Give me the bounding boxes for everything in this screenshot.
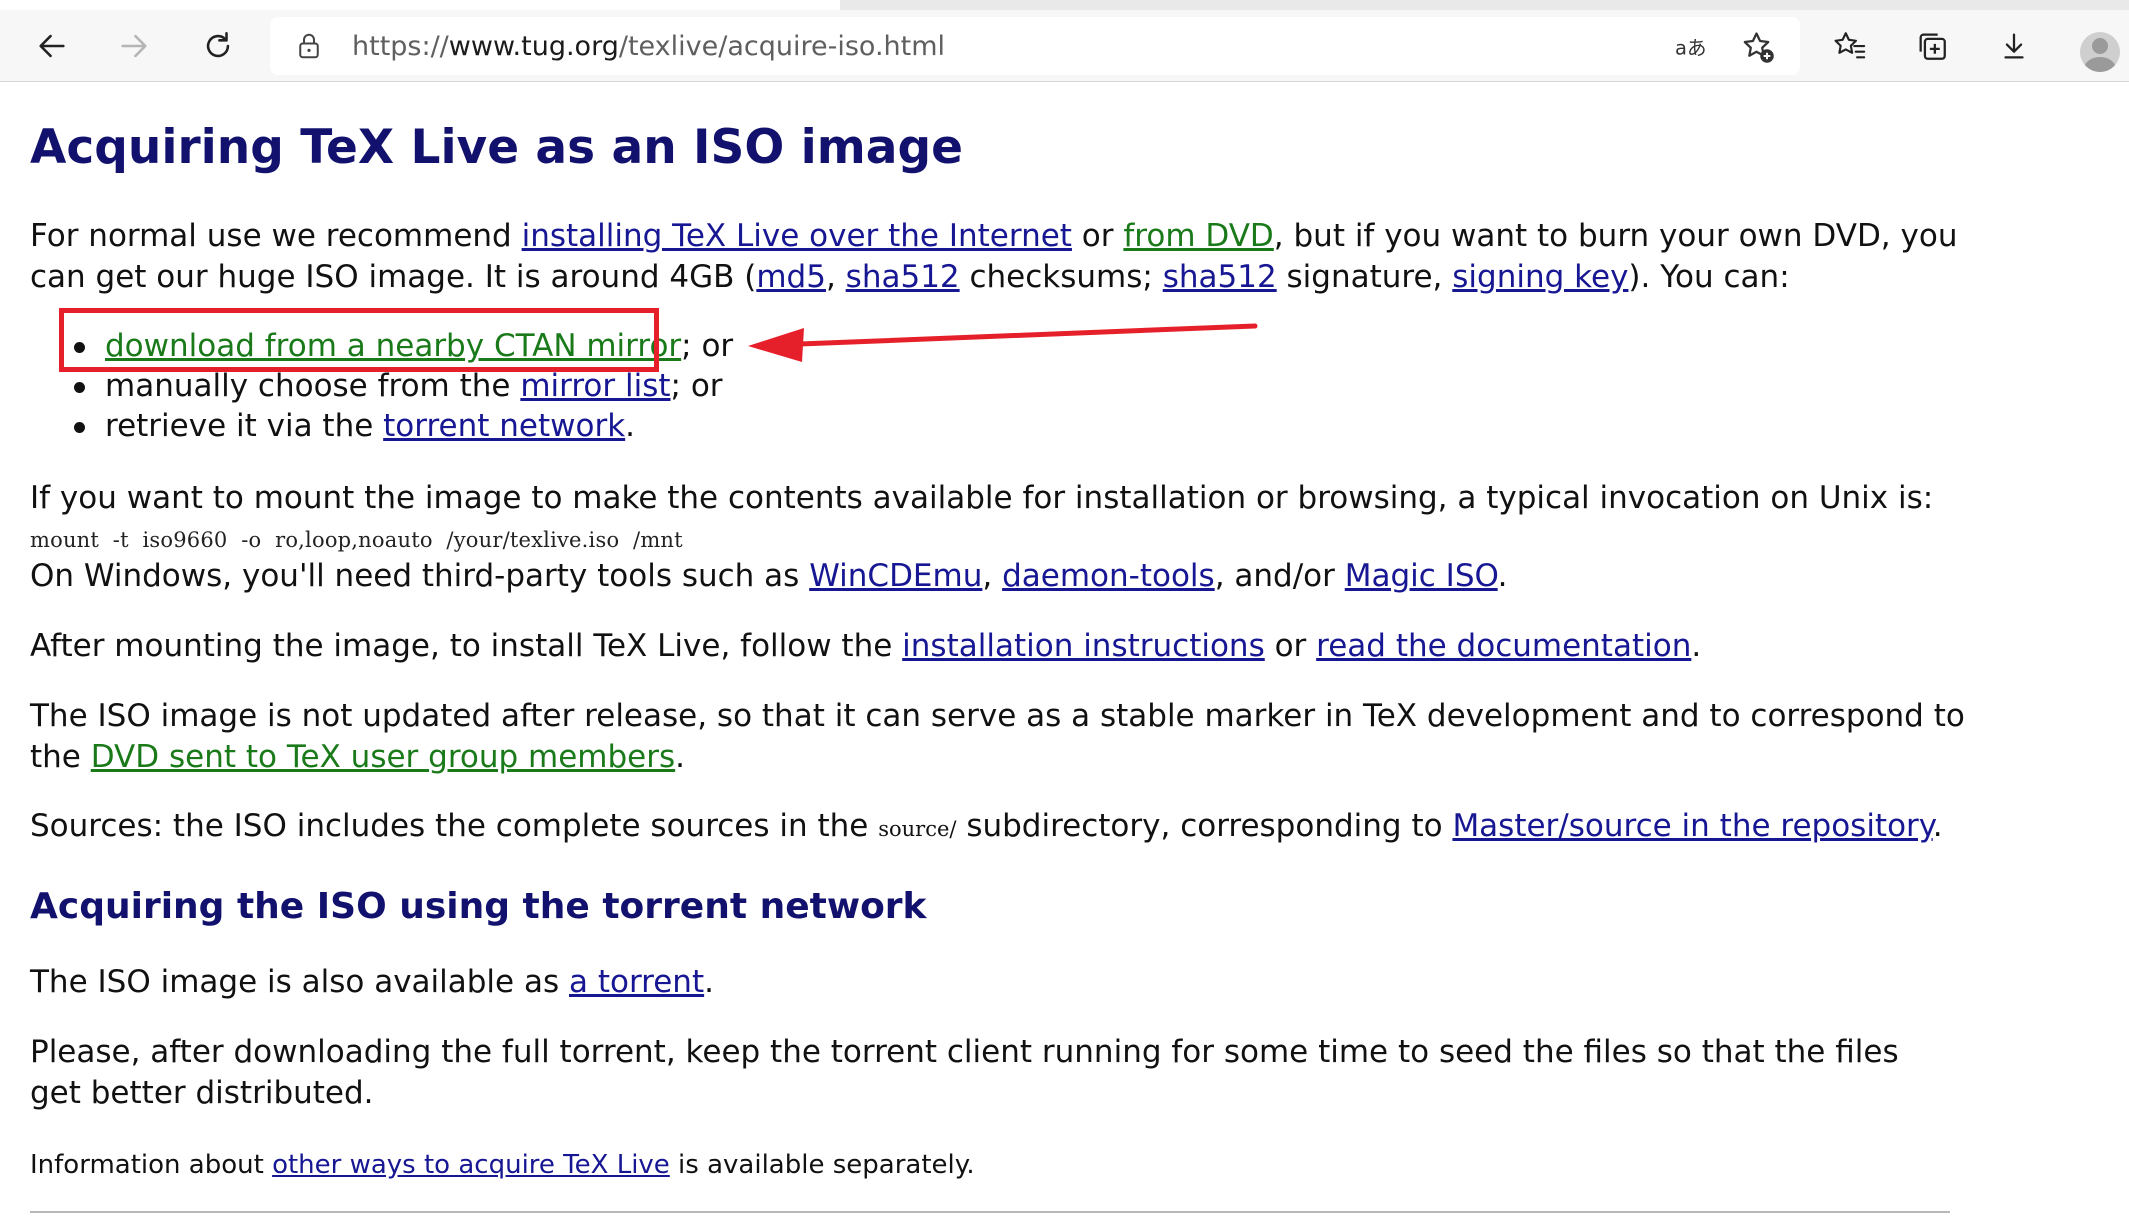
forward-button[interactable] [112,24,156,68]
link-magic-iso[interactable]: Magic ISO [1345,558,1498,594]
option-suffix: ; or [670,368,723,404]
link-from-dvd[interactable]: from DVD [1123,218,1273,254]
list-item: retrieve it via the torrent network. [74,406,1905,446]
tab-strip [0,0,2129,10]
back-button[interactable] [30,24,74,68]
url-scheme: https:// [352,31,449,62]
torrent-text-1: The ISO image is also available as [30,964,569,1000]
after-mount-text-2: or [1264,628,1317,664]
active-tab[interactable] [0,0,840,10]
download-icon [2004,33,2024,59]
windows-text-2: , [982,558,1003,594]
annotation-arrow-icon [748,323,1258,362]
windows-text-1: On Windows, you'll need third-party tool… [30,558,810,594]
refresh-button[interactable] [196,24,240,68]
intro-text-1: For normal use we recommend [30,218,522,254]
collections-icon [1919,33,1946,60]
add-favorite-icon[interactable] [1740,29,1776,65]
link-torrent[interactable]: a torrent [569,964,704,1000]
windows-paragraph: On Windows, you'll need third-party tool… [30,556,1980,597]
option-text: retrieve it via the [105,408,384,444]
list-item: manually choose from the mirror list; or [74,366,1905,406]
link-signing-key[interactable]: signing key [1452,259,1628,295]
mount-paragraph: If you want to mount the image to make t… [30,480,1934,516]
address-bar[interactable]: https://www.tug.org/texlive/acquire-iso.… [270,17,1800,75]
intro-text-7: ). You can: [1628,259,1790,295]
torrent-paragraph: The ISO image is also available as a tor… [30,962,1980,1003]
info-text-1: Information about [30,1150,273,1180]
source-dir-code: source/ [878,817,957,841]
browser-toolbar: https://www.tug.org/texlive/acquire-iso.… [0,10,2129,82]
link-mirror-list[interactable]: mirror list [520,368,670,404]
favorites-icon [1834,32,1866,59]
downloads-button[interactable] [1992,24,2036,68]
link-install-internet[interactable]: installing TeX Live over the Internet [522,218,1072,254]
option-suffix: . [625,408,636,444]
refresh-icon [206,31,230,58]
intro-text-4: , [825,259,846,295]
link-sha512[interactable]: sha512 [846,259,960,295]
after-mount-text-3: . [1691,628,1702,664]
windows-text-4: . [1497,558,1508,594]
not-updated-paragraph: The ISO image is not updated after relea… [30,696,1980,778]
sources-text-1: Sources: the ISO includes the complete s… [30,808,879,844]
torrent-text-2: . [704,964,714,1000]
option-suffix: ; or [681,328,734,364]
url-text[interactable]: https://www.tug.org/texlive/acquire-iso.… [352,31,945,62]
link-dvd-members[interactable]: DVD sent to TeX user group members [91,739,675,775]
sources-paragraph: Sources: the ISO includes the complete s… [30,806,1980,850]
sources-text-3: . [1932,808,1943,844]
lock-icon[interactable] [294,31,324,61]
favorites-button[interactable] [1828,24,1872,68]
info-text-2: is available separately. [669,1150,975,1180]
forward-arrow-icon [121,34,147,58]
intro-text-2: or [1071,218,1124,254]
sources-text-2: subdirectory, corresponding to [956,808,1453,844]
after-mount-paragraph: After mounting the image, to install TeX… [30,626,1980,667]
link-torrent-network[interactable]: torrent network [383,408,625,444]
torrent-heading: Acquiring the ISO using the torrent netw… [30,886,927,927]
bottom-divider [30,1211,1950,1213]
link-md5[interactable]: md5 [756,259,826,295]
link-source-repository[interactable]: Master/source in the repository [1452,808,1932,844]
not-updated-text-2: . [675,739,686,775]
read-aloud-icon[interactable]: aあ [1672,29,1708,65]
svg-text:aあ: aあ [1675,37,1706,60]
page-title: Acquiring TeX Live as an ISO image [30,120,964,175]
mount-command: mount -t iso9660 -o ro,loop,noauto /your… [30,528,683,552]
link-daemon-tools[interactable]: daemon-tools [1002,558,1215,594]
info-paragraph: Information about other ways to acquire … [30,1148,1980,1182]
link-other-ways[interactable]: other ways to acquire TeX Live [272,1150,670,1180]
link-sha512-signature[interactable]: sha512 [1163,259,1277,295]
seed-paragraph: Please, after downloading the full torre… [30,1034,1899,1111]
link-wincdemu[interactable]: WinCDEmu [809,558,982,594]
windows-text-3: , and/or [1214,558,1345,594]
url-host: www.tug.org [448,31,619,62]
url-path: /texlive/acquire-iso.html [618,31,946,62]
intro-paragraph: For normal use we recommend installing T… [30,216,1980,298]
link-installation-instructions[interactable]: installation instructions [902,628,1265,664]
back-arrow-icon [39,34,65,58]
intro-text-5: checksums; [959,259,1163,295]
after-mount-text-1: After mounting the image, to install TeX… [30,628,903,664]
highlight-box [59,308,659,372]
intro-text-6: signature, [1276,259,1453,295]
option-text: manually choose from the [105,368,521,404]
link-documentation[interactable]: read the documentation [1316,628,1691,664]
collections-button[interactable] [1910,24,1954,68]
profile-avatar[interactable] [2080,32,2120,72]
